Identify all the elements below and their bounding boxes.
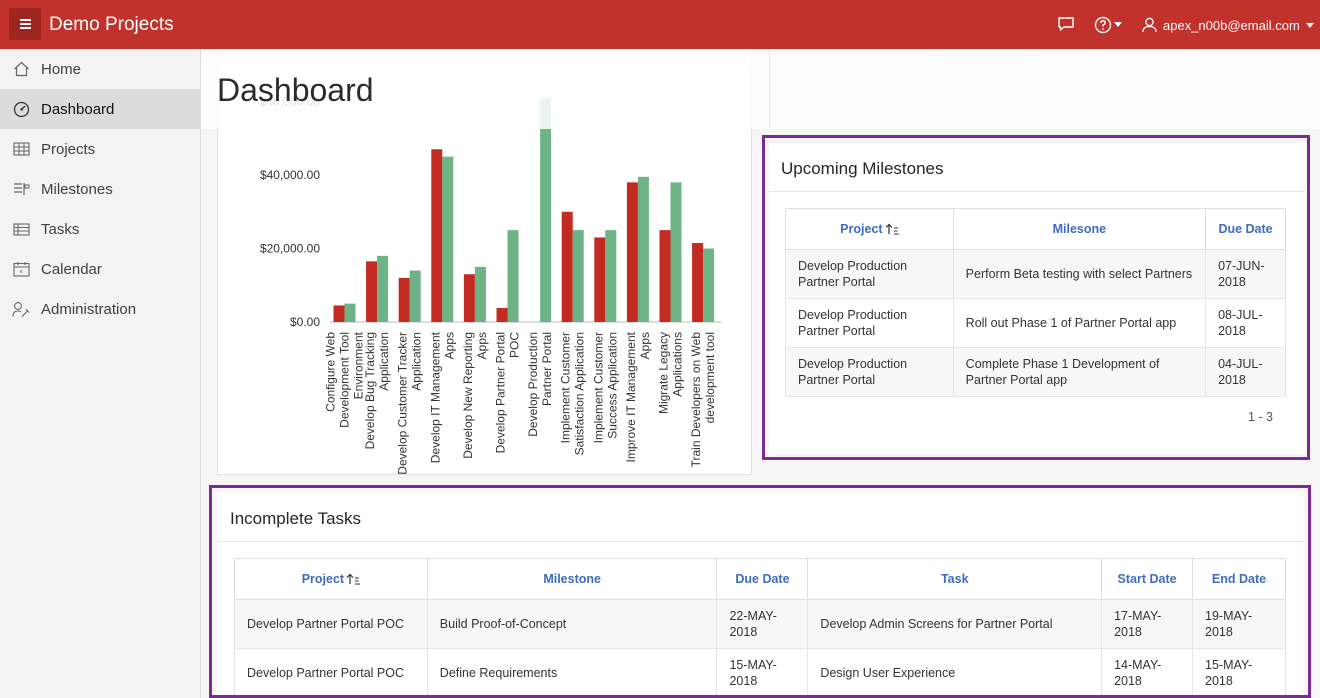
sidebar-item-label: Milestones	[41, 180, 113, 198]
bar[interactable]	[594, 237, 606, 322]
y-tick-label: $0.00	[290, 315, 320, 329]
x-category-label: Develop Customer TrackerApplication	[396, 332, 424, 475]
projects-icon	[12, 140, 30, 158]
y-tick-label: $20,000.00	[260, 242, 320, 256]
bar[interactable]	[431, 149, 443, 322]
bar[interactable]	[692, 242, 704, 322]
user-email: apex_n00b@email.com	[1163, 17, 1300, 33]
x-category-label: Implement CustomerSuccess Application	[591, 332, 619, 443]
menu-icon[interactable]	[9, 8, 41, 40]
sidebar-item-tasks[interactable]: Tasks	[0, 209, 200, 249]
bar[interactable]	[463, 274, 475, 322]
sidebar-item-calendar[interactable]: Calendar	[0, 249, 200, 289]
bar[interactable]	[670, 182, 682, 322]
administration-icon	[12, 300, 30, 318]
calendar-icon	[12, 260, 30, 278]
sidebar-item-milestones[interactable]: Milestones	[0, 169, 200, 209]
bar[interactable]	[605, 230, 617, 322]
bar[interactable]	[333, 305, 345, 322]
sidebar-item-label: Tasks	[41, 220, 80, 238]
sidebar-item-label: Home	[41, 60, 82, 78]
x-category-label: Improve IT ManagementApps	[624, 331, 652, 462]
sidebar-item-home[interactable]: Home	[0, 49, 200, 89]
dashboard-icon	[12, 100, 30, 118]
tasks-highlight-box	[209, 485, 1311, 698]
x-category-label: Develop Partner PortalPOC	[494, 332, 522, 454]
x-category-label: Develop Bug TrackingApplication	[363, 332, 391, 449]
bar[interactable]	[409, 270, 421, 322]
x-category-label: Migrate LegacyApplications	[657, 332, 685, 414]
bar[interactable]	[366, 261, 378, 322]
sidebar-item-label: Dashboard	[41, 100, 115, 118]
bar[interactable]	[377, 255, 389, 322]
bar[interactable]	[496, 308, 508, 322]
sidebar-item-administration[interactable]: Administration	[0, 289, 200, 329]
sidebar-item-projects[interactable]: Projects	[0, 129, 200, 169]
bar[interactable]	[703, 248, 715, 323]
sidebar-item-label: Calendar	[41, 260, 102, 278]
y-tick-label: $40,000.00	[260, 168, 320, 182]
page-title: Dashboard	[217, 72, 374, 108]
x-category-label: Implement CustomerSatisfaction Applicati…	[559, 332, 587, 455]
x-category-label: Develop IT ManagementApps	[428, 331, 456, 463]
sidebar-item-dashboard[interactable]: Dashboard	[0, 89, 200, 129]
bar[interactable]	[637, 176, 649, 322]
top-navigation-bar: Demo Projects apex_n00b@email.com	[0, 0, 1320, 49]
app-title[interactable]: Demo Projects	[49, 14, 174, 36]
x-category-label: Configure WebDevelopment ToolEnvironment	[324, 331, 366, 428]
bar[interactable]	[626, 182, 638, 322]
tasks-icon	[12, 220, 30, 238]
bar[interactable]	[344, 303, 356, 322]
sidebar-navigation: Home Dashboard Projects Milestones Tasks…	[0, 49, 201, 698]
chevron-down-icon	[1305, 22, 1314, 28]
x-category-label: Train Developers on Webdevelopment tool	[689, 332, 717, 468]
chevron-down-icon	[1114, 22, 1122, 27]
bar[interactable]	[507, 230, 519, 322]
bar[interactable]	[540, 97, 552, 322]
bar[interactable]	[442, 156, 454, 322]
bar[interactable]	[474, 266, 486, 322]
divider	[769, 49, 770, 129]
page-title-band: Dashboard	[201, 49, 1320, 129]
sidebar-item-label: Projects	[41, 140, 96, 158]
user-menu[interactable]: apex_n00b@email.com	[1142, 15, 1314, 35]
main-content: $0.00$20,000.00$40,000.00$60,000.00Confi…	[201, 49, 1320, 698]
bar[interactable]	[561, 211, 573, 322]
help-menu[interactable]	[1094, 16, 1126, 34]
sidebar-item-label: Administration	[41, 300, 137, 318]
user-icon	[1142, 17, 1157, 33]
milestones-highlight-box	[762, 135, 1310, 460]
help-icon	[1094, 16, 1112, 34]
x-category-label: Develop ProductionPartner Portal	[526, 332, 554, 437]
x-category-label: Develop New ReportingApps	[461, 332, 489, 459]
milestones-icon	[12, 180, 30, 198]
chat-icon[interactable]	[1057, 16, 1075, 32]
home-icon	[12, 60, 30, 78]
bar[interactable]	[398, 277, 410, 322]
bar[interactable]	[572, 230, 584, 322]
bar[interactable]	[659, 230, 671, 322]
